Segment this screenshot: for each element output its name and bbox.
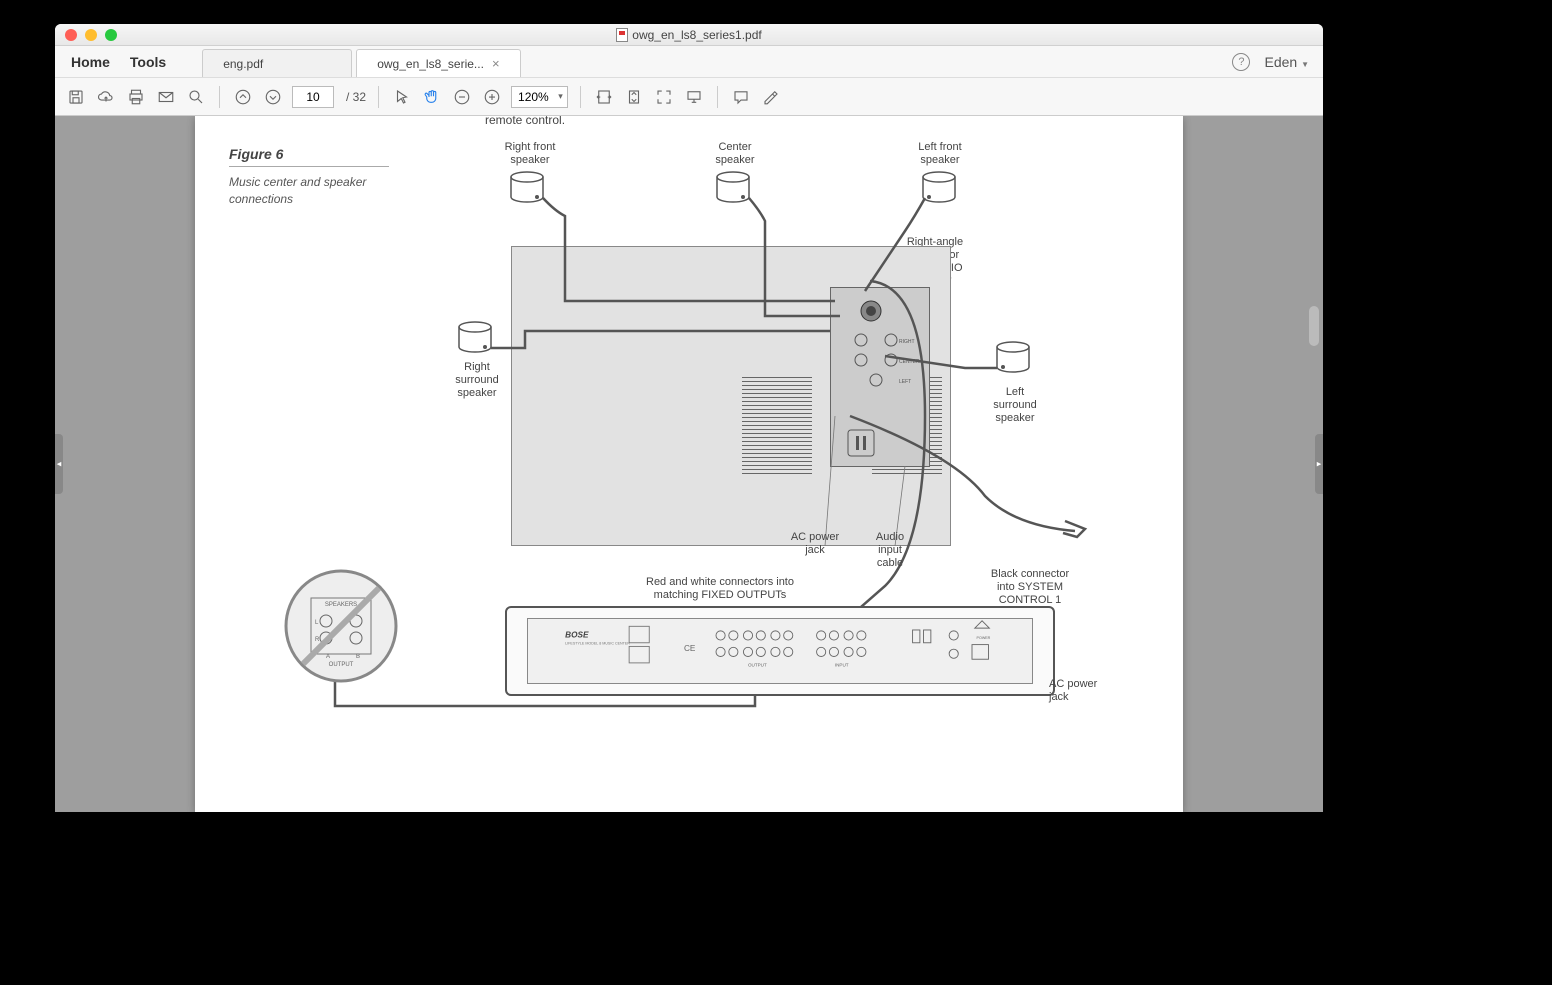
fit-width-icon[interactable] bbox=[593, 86, 615, 108]
menu-home[interactable]: Home bbox=[71, 54, 110, 70]
chevron-down-icon: ▼ bbox=[1301, 60, 1309, 69]
label-audio-input-cable: Audioinputcable bbox=[865, 531, 915, 571]
separator bbox=[717, 86, 718, 108]
svg-text:RIGHT: RIGHT bbox=[899, 339, 915, 345]
scrollbar-thumb[interactable] bbox=[1309, 306, 1319, 346]
tab-close-button[interactable]: × bbox=[484, 56, 500, 71]
acoustimass-module: RIGHT CENTER LEFT bbox=[511, 246, 951, 546]
svg-text:R: R bbox=[315, 637, 320, 643]
do-not-connect-symbol: SPEAKERS LR AB OUTPUT bbox=[281, 566, 401, 686]
module-connector-panel: RIGHT CENTER LEFT bbox=[830, 287, 930, 467]
prohibit-speakers-text: SPEAKERS bbox=[325, 602, 357, 608]
zoom-out-icon[interactable] bbox=[451, 86, 473, 108]
svg-text:A: A bbox=[326, 654, 330, 660]
svg-text:CE: CE bbox=[684, 644, 696, 653]
page-total: / 32 bbox=[346, 90, 366, 104]
svg-text:B: B bbox=[356, 654, 360, 660]
vent-graphic bbox=[742, 377, 812, 477]
svg-text:INPUT: INPUT bbox=[835, 663, 849, 668]
zoom-in-icon[interactable] bbox=[481, 86, 503, 108]
label-ac-power-jack: AC powerjack bbox=[780, 531, 850, 557]
panel-handle-left[interactable] bbox=[55, 434, 63, 494]
user-menu[interactable]: Eden ▼ bbox=[1264, 54, 1309, 70]
comment-icon[interactable] bbox=[730, 86, 752, 108]
figure-caption: Music center and speaker connections bbox=[229, 174, 389, 208]
separator bbox=[219, 86, 220, 108]
print-icon[interactable] bbox=[125, 86, 147, 108]
fullscreen-icon[interactable] bbox=[653, 86, 675, 108]
label-right-surround: Rightsurroundspeaker bbox=[447, 361, 507, 401]
cloud-icon[interactable] bbox=[95, 86, 117, 108]
page-up-icon[interactable] bbox=[232, 86, 254, 108]
svg-text:LIFESTYLE MODEL 8 MUSIC CENTER: LIFESTYLE MODEL 8 MUSIC CENTER bbox=[565, 642, 630, 646]
app-window: owg_en_ls8_series1.pdf Home Tools eng.pd… bbox=[55, 24, 1323, 812]
toolbar: / 32 120% bbox=[55, 78, 1323, 116]
window-title-text: owg_en_ls8_series1.pdf bbox=[632, 28, 761, 42]
label-red-white-connectors: Red and white connectors intomatching FI… bbox=[620, 576, 820, 602]
window-controls bbox=[55, 29, 117, 41]
document-tabs: eng.pdf owg_en_ls8_serie... × bbox=[202, 46, 524, 77]
pdf-page: remote control. Figure 6 Music center an… bbox=[195, 116, 1183, 812]
select-tool-icon[interactable] bbox=[391, 86, 413, 108]
save-icon[interactable] bbox=[65, 86, 87, 108]
minimize-window-button[interactable] bbox=[85, 29, 97, 41]
page-down-icon[interactable] bbox=[262, 86, 284, 108]
bose-logo: BOSE bbox=[565, 630, 589, 639]
label-right-front-speaker: Right frontspeaker bbox=[495, 141, 565, 167]
sign-icon[interactable] bbox=[760, 86, 782, 108]
figure-number: Figure 6 bbox=[229, 146, 283, 162]
svg-text:POWER: POWER bbox=[977, 636, 991, 640]
label-black-connector: Black connectorinto SYSTEMCONTROL 1 bbox=[975, 568, 1085, 608]
svg-text:CENTER: CENTER bbox=[899, 359, 920, 365]
maximize-window-button[interactable] bbox=[105, 29, 117, 41]
pdf-file-icon bbox=[616, 28, 628, 42]
figure-divider bbox=[229, 166, 389, 167]
cutoff-text: remote control. bbox=[485, 116, 565, 127]
speaker-right-surround bbox=[455, 321, 495, 357]
prohibit-output-text: OUTPUT bbox=[329, 662, 354, 668]
speaker-center bbox=[713, 171, 753, 207]
label-left-surround: Leftsurroundspeaker bbox=[985, 386, 1045, 426]
mail-icon[interactable] bbox=[155, 86, 177, 108]
label-center-speaker: Centerspeaker bbox=[700, 141, 770, 167]
menubar: Home Tools eng.pdf owg_en_ls8_serie... ×… bbox=[55, 46, 1323, 78]
window-title: owg_en_ls8_series1.pdf bbox=[55, 28, 1323, 42]
close-window-button[interactable] bbox=[65, 29, 77, 41]
zoom-select[interactable]: 120% bbox=[511, 86, 568, 108]
separator bbox=[378, 86, 379, 108]
titlebar: owg_en_ls8_series1.pdf bbox=[55, 24, 1323, 46]
fit-page-icon[interactable] bbox=[623, 86, 645, 108]
speaker-right-front bbox=[507, 171, 547, 207]
help-icon[interactable]: ? bbox=[1232, 53, 1250, 71]
label-left-front-speaker: Left frontspeaker bbox=[905, 141, 975, 167]
hand-tool-icon[interactable] bbox=[421, 86, 443, 108]
tab-owg-en-ls8[interactable]: owg_en_ls8_serie... × bbox=[356, 49, 520, 77]
svg-text:LEFT: LEFT bbox=[899, 379, 911, 385]
scrollbar[interactable] bbox=[1307, 116, 1321, 812]
label-ac-power-jack-2: AC powerjack bbox=[1049, 678, 1119, 704]
tab-label: eng.pdf bbox=[223, 57, 263, 71]
separator bbox=[580, 86, 581, 108]
tab-label: owg_en_ls8_serie... bbox=[377, 57, 484, 71]
menu-tools[interactable]: Tools bbox=[130, 54, 166, 70]
document-viewport[interactable]: remote control. Figure 6 Music center an… bbox=[55, 116, 1323, 812]
speaker-left-front bbox=[919, 171, 959, 207]
music-center-receiver: BOSE LIFESTYLE MODEL 8 MUSIC CENTER CE bbox=[505, 606, 1055, 696]
speaker-left-surround bbox=[993, 341, 1033, 377]
read-mode-icon[interactable] bbox=[683, 86, 705, 108]
page-number-input[interactable] bbox=[292, 86, 334, 108]
tab-eng-pdf[interactable]: eng.pdf bbox=[202, 49, 352, 77]
search-icon[interactable] bbox=[185, 86, 207, 108]
svg-text:OUTPUT: OUTPUT bbox=[748, 663, 767, 668]
